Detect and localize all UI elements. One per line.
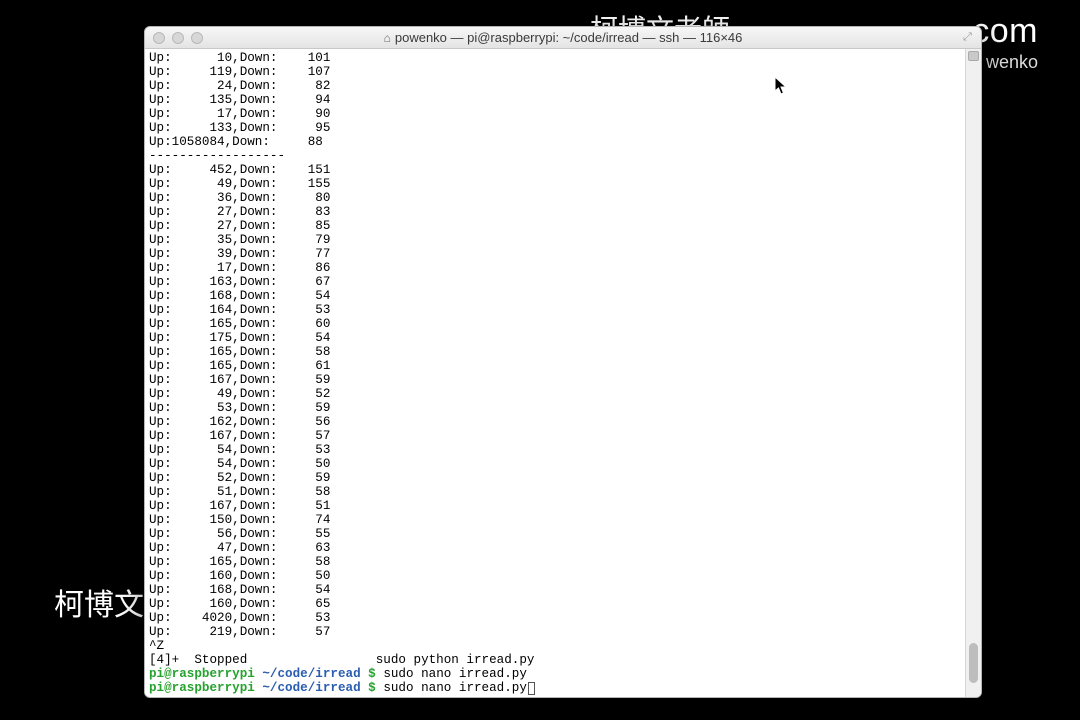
output-line: Up: 56,Down: 55: [149, 527, 961, 541]
output-line: Up: 47,Down: 63: [149, 541, 961, 555]
output-line: Up: 167,Down: 59: [149, 373, 961, 387]
window-title: ⌂ powenko — pi@raspberrypi: ~/code/irrea…: [145, 30, 981, 45]
output-line: Up: 133,Down: 95: [149, 121, 961, 135]
output-line: Up: 165,Down: 58: [149, 345, 961, 359]
home-icon: ⌂: [384, 31, 391, 45]
output-line: Up: 39,Down: 77: [149, 247, 961, 261]
output-line: Up: 54,Down: 53: [149, 443, 961, 457]
window-title-text: powenko — pi@raspberrypi: ~/code/irread …: [395, 30, 743, 45]
cursor: [528, 682, 535, 695]
prompt-line[interactable]: pi@raspberrypi ~/code/irread $ sudo nano…: [149, 681, 961, 695]
output-line: Up: 49,Down: 155: [149, 177, 961, 191]
output-line: Up: 162,Down: 56: [149, 415, 961, 429]
output-line: ------------------: [149, 149, 961, 163]
terminal-body[interactable]: Up: 10,Down: 101Up: 119,Down: 107Up: 24,…: [145, 49, 981, 697]
watermark-bottom-cn: 柯博文: [54, 580, 144, 624]
titlebar[interactable]: ⌂ powenko — pi@raspberrypi: ~/code/irrea…: [145, 27, 981, 49]
terminal-content[interactable]: Up: 10,Down: 101Up: 119,Down: 107Up: 24,…: [145, 49, 965, 697]
terminal-window: ⌂ powenko — pi@raspberrypi: ~/code/irrea…: [144, 26, 982, 698]
output-line: Up: 51,Down: 58: [149, 485, 961, 499]
scrollbar[interactable]: [965, 49, 981, 697]
output-line: Up: 17,Down: 90: [149, 107, 961, 121]
output-line: Up: 163,Down: 67: [149, 275, 961, 289]
output-line: Up: 160,Down: 50: [149, 569, 961, 583]
fullscreen-icon[interactable]: ⤢: [963, 31, 975, 43]
stopped-line: [4]+ Stopped sudo python irread.py: [149, 653, 961, 667]
output-line: Up: 119,Down: 107: [149, 65, 961, 79]
output-line: Up: 17,Down: 86: [149, 261, 961, 275]
output-line: Up: 10,Down: 101: [149, 51, 961, 65]
output-line: Up: 164,Down: 53: [149, 303, 961, 317]
output-line: Up: 452,Down: 151: [149, 163, 961, 177]
output-line: Up: 27,Down: 83: [149, 205, 961, 219]
output-line: Up: 167,Down: 57: [149, 429, 961, 443]
watermark-wenko: wenko: [986, 52, 1038, 73]
output-line: Up: 135,Down: 94: [149, 93, 961, 107]
output-line: Up: 168,Down: 54: [149, 583, 961, 597]
output-line: Up: 165,Down: 61: [149, 359, 961, 373]
output-line: Up: 54,Down: 50: [149, 457, 961, 471]
output-line: Up: 4020,Down: 53: [149, 611, 961, 625]
output-line: Up: 36,Down: 80: [149, 191, 961, 205]
ctrl-z-line: ^Z: [149, 639, 961, 653]
output-line: Up: 27,Down: 85: [149, 219, 961, 233]
scroll-thumb[interactable]: [969, 643, 978, 683]
prompt-line: pi@raspberrypi ~/code/irread $ sudo nano…: [149, 667, 961, 681]
output-line: Up: 168,Down: 54: [149, 289, 961, 303]
output-line: Up: 165,Down: 58: [149, 555, 961, 569]
output-line: Up: 49,Down: 52: [149, 387, 961, 401]
output-line: Up: 53,Down: 59: [149, 401, 961, 415]
output-line: Up: 219,Down: 57: [149, 625, 961, 639]
output-line: Up:1058084,Down: 88: [149, 135, 961, 149]
output-line: Up: 150,Down: 74: [149, 513, 961, 527]
output-line: Up: 35,Down: 79: [149, 233, 961, 247]
scroll-top-marker: [968, 51, 979, 61]
output-line: Up: 160,Down: 65: [149, 597, 961, 611]
output-line: Up: 165,Down: 60: [149, 317, 961, 331]
output-line: Up: 175,Down: 54: [149, 331, 961, 345]
output-line: Up: 167,Down: 51: [149, 499, 961, 513]
output-line: Up: 52,Down: 59: [149, 471, 961, 485]
output-line: Up: 24,Down: 82: [149, 79, 961, 93]
